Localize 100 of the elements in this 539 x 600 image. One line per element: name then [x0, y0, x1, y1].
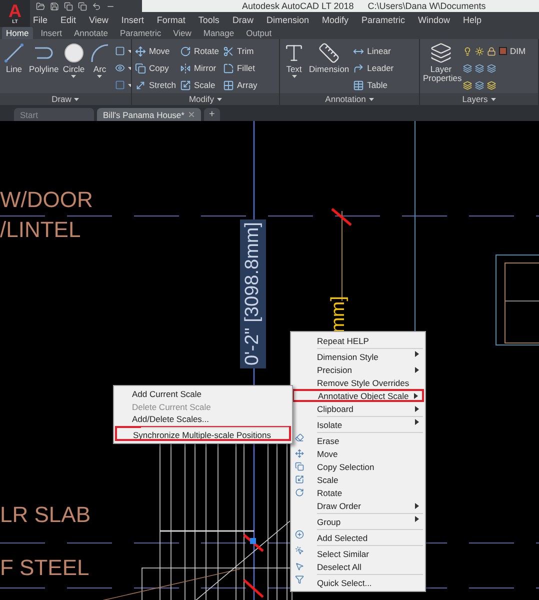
ribbon-tool-button[interactable]: Text	[283, 42, 305, 93]
caret-icon[interactable]	[217, 98, 222, 100]
layers-icon[interactable]	[487, 64, 496, 72]
document-tab[interactable]: Bill's Panama House*	[97, 108, 201, 121]
menu-item[interactable]: Add Current Scale	[114, 388, 292, 400]
panel-title[interactable]: Modify	[188, 94, 214, 104]
ribbon-tab[interactable]: Home	[2, 27, 33, 39]
menu-item[interactable]: Deselect All	[291, 560, 425, 573]
ruler-icon	[318, 42, 340, 64]
scale-icon	[295, 475, 304, 484]
ribbon-tool-button[interactable]: Move	[135, 44, 176, 58]
menu-item[interactable]: Repeat HELP	[291, 334, 425, 347]
menu-item[interactable]: Rotate	[291, 486, 425, 499]
menu-item[interactable]: File	[33, 14, 48, 24]
menu-item[interactable]: Add/Delete Scales...	[114, 413, 292, 426]
caret-icon[interactable]	[292, 75, 296, 78]
menu-item[interactable]: Group	[291, 512, 425, 528]
ribbon-tool-button[interactable]: Leader	[353, 61, 394, 75]
caret-icon[interactable]	[490, 98, 496, 100]
rectangle-icon[interactable]	[114, 46, 125, 56]
caret-icon[interactable]	[128, 66, 131, 70]
undo-icon[interactable]	[92, 2, 101, 10]
menu-item[interactable]: Draw	[232, 14, 254, 24]
ribbon-tool-button[interactable]: Layer Properties	[423, 42, 459, 93]
caret-icon[interactable]	[368, 98, 374, 100]
new-tab-button[interactable]: +	[204, 108, 220, 121]
menu-item[interactable]: Scale	[291, 473, 425, 486]
menu-item[interactable]: Draw Order	[291, 499, 425, 512]
copy-icon[interactable]	[78, 2, 87, 10]
ribbon-tool-button[interactable]: Stretch	[135, 78, 176, 92]
menu-item[interactable]: Help	[463, 14, 482, 24]
submenu-arrow-icon	[415, 516, 419, 522]
menu-item[interactable]: Dimension Style	[291, 347, 425, 363]
folder-icon[interactable]	[36, 2, 45, 10]
sun-icon[interactable]	[475, 46, 484, 56]
drawing-label: /LINTEL	[0, 219, 81, 241]
lightbulb-icon[interactable]	[463, 46, 472, 56]
ribbon-tab[interactable]: Insert	[36, 27, 66, 39]
panel-title[interactable]: Layers	[462, 94, 488, 104]
layers-icon[interactable]	[487, 80, 496, 90]
ribbon-tool-button[interactable]: Array	[222, 78, 258, 92]
panel-title[interactable]: Draw	[52, 94, 72, 104]
menu-item[interactable]: View	[89, 14, 108, 24]
ribbon-tool-button[interactable]: Line	[3, 42, 25, 93]
ribbon-tool-button[interactable]: Dimension	[309, 42, 350, 93]
caret-icon[interactable]	[97, 75, 102, 78]
menu-item[interactable]: Clipboard	[291, 402, 425, 415]
ribbon-tool-button[interactable]: Fillet	[222, 61, 258, 75]
menu-item[interactable]: Erase	[291, 431, 425, 447]
ribbon-tool-button[interactable]: Rotate	[180, 44, 219, 58]
save-icon[interactable]	[50, 2, 59, 10]
menu-item[interactable]: Dimension	[266, 14, 309, 24]
caret-icon[interactable]	[128, 50, 131, 52]
eye-icon[interactable]	[114, 63, 125, 73]
diagonal-arrow-icon	[135, 80, 146, 90]
menu-item[interactable]: Move	[291, 447, 425, 460]
menu-item[interactable]: Synchronize Multiple-scale Positions	[115, 426, 291, 441]
ribbon-tool-button[interactable]: Scale	[180, 78, 219, 92]
ribbon-tool-button[interactable]: Trim	[222, 44, 258, 58]
menu-item[interactable]: Modify	[322, 14, 348, 24]
ribbon-tool-button[interactable]: Polyline	[29, 42, 59, 93]
menu-item[interactable]: Select Similar	[291, 544, 425, 560]
text-icon	[283, 42, 305, 64]
caret-icon[interactable]	[74, 98, 80, 100]
ribbon-tab[interactable]: Parametric	[116, 27, 166, 39]
ribbon-tab[interactable]: Manage	[199, 27, 238, 39]
menu-item[interactable]: Window	[418, 14, 450, 24]
submenu-arrow-icon	[415, 351, 419, 357]
menu-item[interactable]: Edit	[60, 14, 76, 24]
layers-icon[interactable]	[463, 64, 472, 72]
menu-item[interactable]: Isolate	[291, 415, 425, 431]
ribbon-tool-button[interactable]: Mirror	[180, 61, 219, 75]
pointer-click-icon	[295, 546, 304, 555]
menu-item[interactable]: Precision	[291, 363, 425, 376]
ribbon-tool-button[interactable]: Copy	[135, 61, 176, 75]
ribbon-tool-button[interactable]: Linear	[353, 44, 394, 58]
menu-item[interactable]: Tools	[198, 14, 220, 24]
caret-icon[interactable]	[128, 84, 131, 86]
menu-item[interactable]: Remove Style Overrides	[291, 376, 425, 389]
menu-item[interactable]: Format	[156, 14, 186, 24]
ribbon-tab[interactable]: Annotate	[70, 27, 112, 39]
ribbon-tool-button[interactable]: Circle	[62, 42, 85, 93]
copy-icon[interactable]	[64, 2, 73, 10]
layers-icon[interactable]	[463, 80, 472, 90]
ribbon-tab[interactable]: Output	[242, 27, 276, 39]
menu-item[interactable]: Add Selected	[291, 528, 425, 544]
menu-item[interactable]: Parametric	[362, 14, 406, 24]
ribbon-tool-button[interactable]: Arc	[88, 42, 111, 93]
menu-item[interactable]: Insert	[121, 14, 144, 24]
menu-item[interactable]: Quick Select...	[291, 573, 425, 589]
lock-icon[interactable]	[487, 46, 496, 56]
grid-icon	[222, 80, 234, 90]
menu-item[interactable]: Copy Selection	[291, 460, 425, 473]
layers-icon[interactable]	[475, 64, 484, 72]
layer-name[interactable]: DIM	[510, 46, 526, 56]
ribbon-tab[interactable]: View	[169, 27, 196, 39]
ribbon-tool-button[interactable]: Table	[353, 78, 394, 92]
menu-item[interactable]: Annotative Object Scale	[292, 389, 424, 402]
layers-icon[interactable]	[475, 80, 484, 90]
caret-icon[interactable]	[71, 75, 76, 78]
